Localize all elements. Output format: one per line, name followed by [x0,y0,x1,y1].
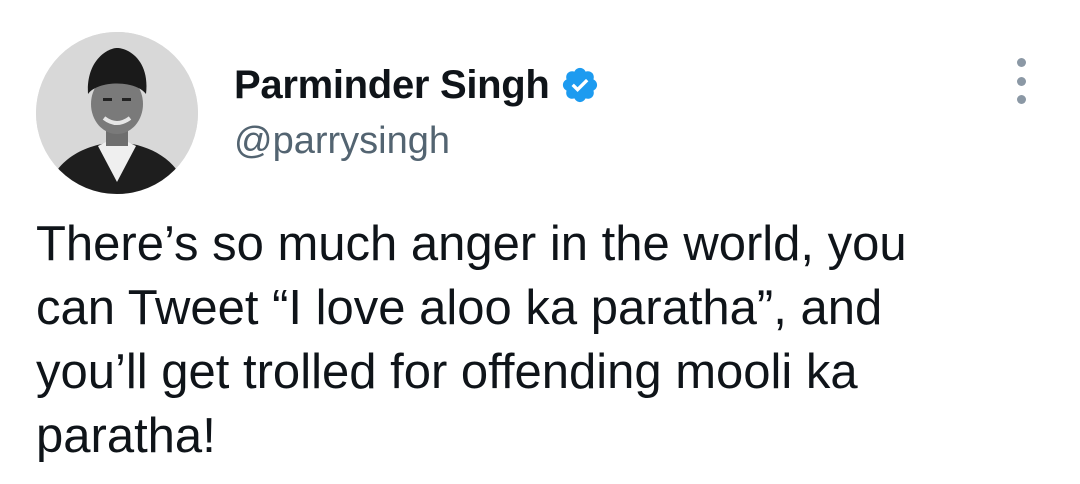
tweet-text: There’s so much anger in the world, you … [36,217,907,463]
more-dot-icon [1016,95,1026,104]
more-dot-icon [1016,76,1026,86]
verified-badge-icon [560,65,600,105]
avatar-photo [36,32,198,194]
author-handle[interactable]: @parrysingh [234,120,600,163]
author-display-name[interactable]: Parminder Singh [234,63,550,108]
more-options-icon[interactable] [1006,58,1036,104]
more-dot-icon [1016,58,1026,67]
tweet-card: Parminder Singh @parrysingh There’s so m… [0,0,1080,484]
author-name-row: Parminder Singh [234,60,600,110]
tweet-header: Parminder Singh @parrysingh [234,60,600,163]
avatar[interactable] [36,32,198,194]
